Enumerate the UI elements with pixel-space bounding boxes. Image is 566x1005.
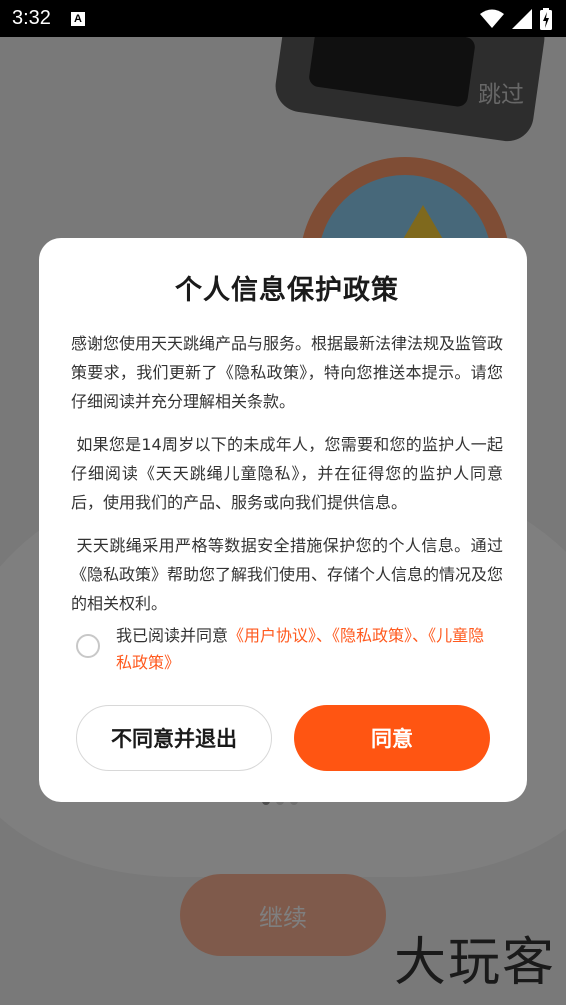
status-time: 3:32 <box>12 7 51 29</box>
user-agreement-link[interactable]: 《用户协议》 <box>228 626 316 645</box>
consent-radio[interactable] <box>76 634 100 658</box>
wifi-icon <box>480 9 504 28</box>
privacy-policy-link[interactable]: 《隐私政策》 <box>332 626 412 645</box>
status-icons <box>480 7 552 30</box>
consent-separator: 、 <box>412 626 429 645</box>
agree-button[interactable]: 同意 <box>294 705 490 771</box>
disagree-exit-button[interactable]: 不同意并退出 <box>76 705 272 771</box>
consent-separator: 、 <box>316 626 333 645</box>
cellular-signal-icon <box>512 8 532 29</box>
dialog-paragraph: 如果您是14周岁以下的未成年人，您需要和您的监护人一起仔细阅读《天天跳绳儿童隐私… <box>71 435 503 512</box>
dialog-paragraph: 感谢您使用天天跳绳产品与服务。根据最新法律法规及监管政策要求，我们更新了《隐私政… <box>71 334 504 411</box>
notification-icon: A <box>70 11 85 26</box>
consent-prefix: 我已阅读并同意 <box>116 626 229 645</box>
dialog-paragraph: 天天跳绳采用严格等数据安全措施保护您的个人信息。通过《隐私政策》帮助您了解我们使… <box>71 536 504 613</box>
privacy-policy-dialog: 个人信息保护政策 感谢您使用天天跳绳产品与服务。根据最新法律法规及监管政策要求，… <box>39 238 527 802</box>
consent-text: 我已阅读并同意《用户协议》、《隐私政策》、《儿童隐私政策》 <box>116 622 496 676</box>
battery-charging-icon <box>540 7 552 30</box>
watermark-logo: 大玩客 <box>393 933 556 993</box>
consent-row: 我已阅读并同意《用户协议》、《隐私政策》、《儿童隐私政策》 <box>76 622 496 676</box>
dialog-title: 个人信息保护政策 <box>175 275 399 306</box>
status-bar: 3:32 A <box>0 0 566 37</box>
